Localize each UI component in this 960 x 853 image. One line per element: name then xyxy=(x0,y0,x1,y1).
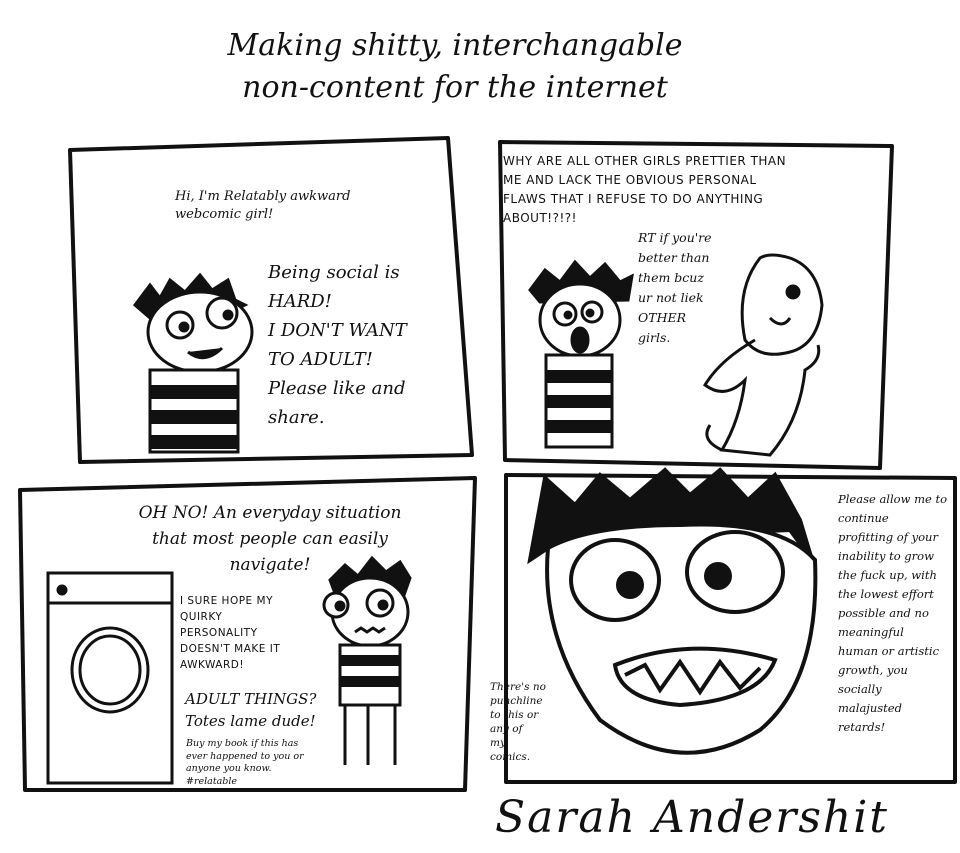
girl-face-icon xyxy=(132,272,254,454)
girl-upset-icon xyxy=(528,259,634,449)
page-title: Making shitty, interchangable non-conten… xyxy=(130,25,780,109)
title-line-2: non-content for the internet xyxy=(242,70,668,105)
panel2-header-text: WHY ARE ALL OTHER GIRLS PRETTIER THAN ME… xyxy=(503,154,787,225)
washing-machine-icon xyxy=(46,571,174,785)
panel4-punchline-text: There's no punchline to this or any of m… xyxy=(490,681,546,763)
panel1-intro-text: Hi, I'm Relatably awkward webcomic girl! xyxy=(175,189,351,222)
panel3-header-text: OH NO! An everyday situation that most p… xyxy=(138,503,402,575)
panel3-book-text: Buy my book if this has ever happened to… xyxy=(186,738,304,787)
blonde-girl-icon xyxy=(703,253,824,457)
panel3-worry-text: I SURE HOPE MY QUIRKY PERSONALITY DOESN'… xyxy=(180,595,281,671)
girl-nervous-icon xyxy=(322,555,412,765)
comic-drawing xyxy=(18,136,957,792)
big-face-icon xyxy=(527,467,818,755)
signature: Sarah Andershit xyxy=(495,792,889,843)
panel1-rant-text: Being social is HARD! I DON'T WANT TO AD… xyxy=(268,262,407,428)
title-line-1: Making shitty, interchangable xyxy=(227,28,683,63)
panel2-rt-text: RT if you're better than them bcuz ur no… xyxy=(638,230,712,345)
panel4-rant-text: Please allow me to continue profitting o… xyxy=(838,492,947,734)
panel3-adult-text: ADULT THINGS? Totes lame dude! xyxy=(185,690,317,730)
